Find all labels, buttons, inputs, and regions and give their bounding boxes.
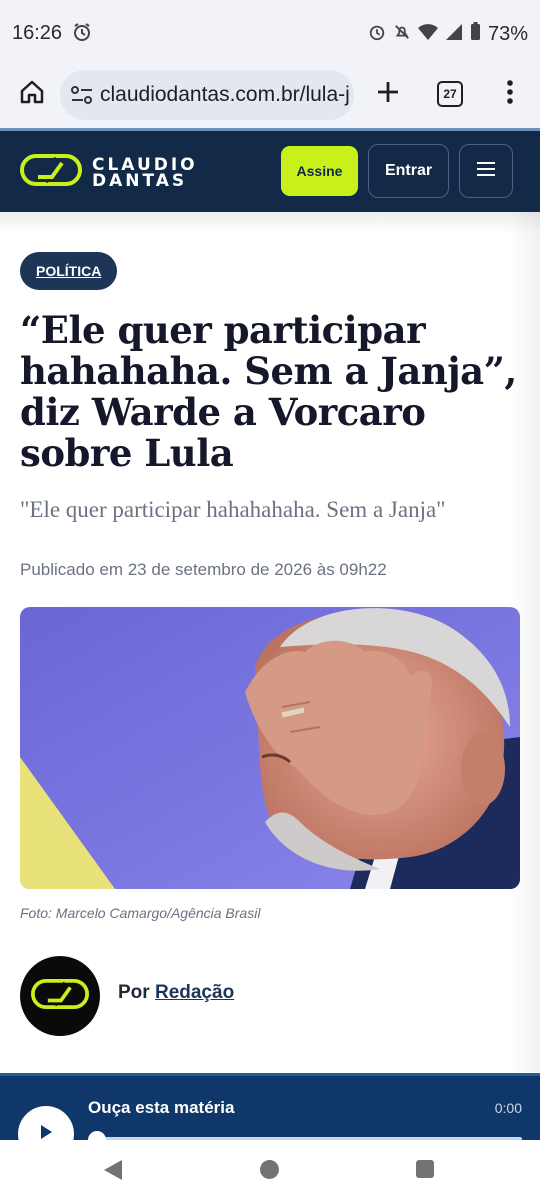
subscribe-button[interactable]: Assine <box>281 146 358 196</box>
photo-caption: Foto: Marcelo Camargo/Agência Brasil <box>20 905 261 921</box>
hamburger-icon <box>476 161 496 182</box>
new-tab-button[interactable] <box>372 78 404 110</box>
logo-line-2: DANTAS <box>92 170 188 191</box>
back-icon[interactable] <box>102 1158 124 1187</box>
audio-title: Ouça esta matéria <box>88 1098 235 1117</box>
status-bar: 16:26 73% <box>0 0 540 64</box>
url-text: claudiodantas.com.br/lula-janja <box>100 83 350 106</box>
wifi-icon <box>417 23 438 46</box>
author-byline: Por Redação <box>118 982 234 1004</box>
browser-toolbar: claudiodantas.com.br/lula-janja 27 <box>0 64 540 128</box>
more-vert-icon <box>506 79 514 109</box>
logo-mark-icon <box>20 153 82 192</box>
audio-time: 0:00 <box>494 1100 522 1116</box>
home-circle-icon[interactable] <box>260 1160 279 1179</box>
site-logo[interactable]: CLAUDIO DANTAS <box>20 153 198 192</box>
status-icons: 73% <box>368 22 528 46</box>
publish-date: Publicado em 23 de setembro de 2026 às 0… <box>20 560 387 579</box>
site-menu-button[interactable] <box>459 144 513 198</box>
status-time: 16:26 <box>12 22 63 44</box>
signal-icon <box>445 23 463 46</box>
mute-icon <box>393 23 411 46</box>
battery-icon <box>470 22 481 46</box>
article-headline: “Ele quer participar hahahaha. Sem a Jan… <box>20 308 517 475</box>
logo-mark-icon <box>31 978 89 1015</box>
category-tag[interactable]: POLÍTICA <box>20 252 118 290</box>
site-settings-icon[interactable] <box>70 84 94 111</box>
author-prefix: Por <box>118 982 150 1003</box>
login-button[interactable]: Entrar <box>368 144 449 198</box>
system-nav-bar <box>0 1140 540 1200</box>
browser-menu-button[interactable] <box>496 78 524 110</box>
article-hero-image <box>20 607 520 889</box>
article-subheadline: "Ele quer participar hahahahaha. Sem a J… <box>20 497 446 522</box>
tab-switcher-button[interactable]: 27 <box>437 81 463 107</box>
address-bar[interactable]: claudiodantas.com.br/lula-janja <box>60 70 354 120</box>
audio-player: Ouça esta matéria 0:00 <box>0 1073 540 1162</box>
battery-percent: 73% <box>487 22 528 45</box>
alarm-icon <box>72 22 92 47</box>
logo-wordmark: CLAUDIO DANTAS <box>92 156 198 191</box>
alarm-icon <box>368 23 386 46</box>
home-icon <box>19 79 45 110</box>
author-link[interactable]: Redação <box>155 982 234 1003</box>
recents-icon[interactable] <box>416 1160 434 1178</box>
plus-icon <box>376 80 400 109</box>
author-avatar <box>20 956 100 1036</box>
home-button[interactable] <box>16 78 48 110</box>
header-shadow <box>0 212 540 234</box>
site-header: CLAUDIO DANTAS Assine Entrar <box>0 128 540 212</box>
